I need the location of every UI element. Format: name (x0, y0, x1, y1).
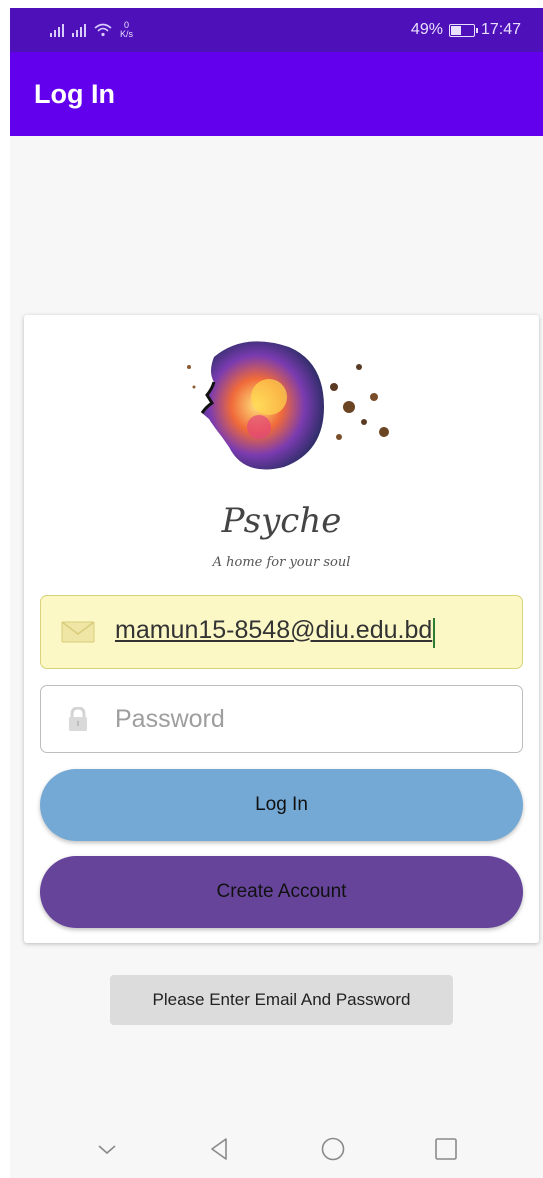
battery-fill (450, 25, 462, 35)
password-field[interactable]: Password (40, 685, 523, 753)
system-nav-bar (10, 1120, 543, 1178)
psyche-logo-image (187, 341, 389, 470)
wifi-icon (94, 23, 112, 37)
text-cursor (433, 618, 436, 649)
net-speed-unit: K/s (120, 29, 134, 39)
phone-frame: 0 K/s 49% 17:47 Log In Psyche A home for… (10, 8, 543, 1178)
page-title: Log In (34, 78, 115, 109)
mail-icon (61, 621, 95, 643)
create-account-button[interactable]: Create Account (40, 856, 523, 928)
login-button[interactable]: Log In (40, 769, 523, 841)
battery-percent: 49% (410, 21, 443, 38)
login-card: Psyche A home for your soul mamun15-8548… (24, 315, 539, 943)
status-left: 0 K/s (50, 21, 133, 39)
recents-icon[interactable] (432, 1135, 460, 1163)
net-speed: 0 K/s (120, 21, 133, 39)
password-placeholder: Password (115, 704, 225, 733)
battery-icon (448, 23, 478, 37)
email-input-value[interactable]: mamun15-8548@diu.edu.bd (115, 616, 436, 649)
email-field[interactable]: mamun15-8548@diu.edu.bd (40, 595, 523, 669)
clock: 17:47 (480, 21, 521, 38)
app-bar: Log In (10, 52, 543, 136)
signal-icon-2 (72, 23, 86, 37)
back-icon[interactable] (206, 1135, 234, 1163)
toast-message: Please Enter Email And Password (110, 975, 453, 1025)
chevron-down-icon[interactable] (93, 1135, 121, 1163)
lock-icon (69, 707, 87, 731)
brand-name: Psyche (221, 501, 342, 541)
screen: 0 K/s 49% 17:47 Log In Psyche A home for… (0, 0, 543, 1178)
status-right: 49% 17:47 (411, 21, 521, 39)
status-bar: 0 K/s 49% 17:47 (10, 8, 543, 52)
brand-tagline: A home for your soul (212, 555, 351, 570)
signal-icon-1 (50, 23, 64, 37)
home-icon[interactable] (319, 1135, 347, 1163)
